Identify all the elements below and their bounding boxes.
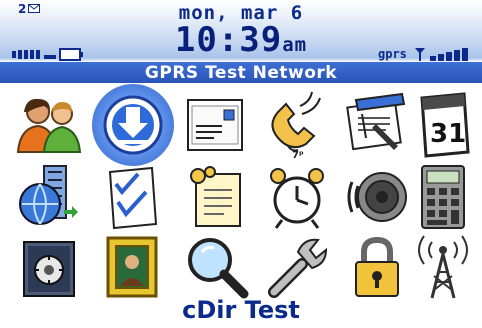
network-type-label: gprs [378,47,407,61]
network-tower-app[interactable] [408,232,478,302]
contacts-icon [16,98,82,153]
app-icon-grid: 7ᵖ 31 [0,84,482,299]
messages-icon [187,99,243,151]
download-icon [103,95,163,155]
pictures-app[interactable] [98,232,168,302]
calculator-app[interactable] [408,162,478,232]
browser-icon [19,165,78,225]
antenna-icon [415,48,425,61]
safe-app[interactable] [14,232,84,302]
tasks-app[interactable] [98,162,168,232]
network-bar: GPRS Test Network [0,62,482,83]
options-app[interactable] [262,232,332,302]
tower-icon [418,235,468,299]
ampm-value: am [282,34,308,56]
phone-app[interactable]: 7ᵖ [262,90,332,160]
memopad-app[interactable] [342,90,412,160]
sound-profiles-icon [347,172,407,222]
messages-app[interactable] [182,90,252,160]
contacts-app[interactable] [14,90,84,160]
phone-icon: 7ᵖ [271,91,321,160]
alarm-clock-icon [270,168,324,229]
lock-app[interactable] [342,232,412,302]
status-banner: 2 mon, mar 6 10:39am gprs GPRS Test Netw… [0,0,482,86]
calendar-app[interactable]: 31 [408,90,478,160]
calculator-icon [421,165,465,229]
home-screen: 2 mon, mar 6 10:39am gprs GPRS Test Netw… [0,0,482,328]
signal-strength-icon [430,48,468,61]
tasks-icon [108,166,158,230]
browser-app[interactable] [14,162,84,232]
calendar-icon: 31 [420,92,470,158]
calendar-day: 31 [430,119,466,149]
lock-icon [355,236,399,297]
memopad-icon [346,92,406,151]
alarm-app[interactable] [262,162,332,232]
notes-app[interactable] [182,162,252,232]
download-app[interactable] [92,84,174,166]
picture-frame-icon [106,236,158,298]
options-icon [268,238,328,298]
sound-profiles-app[interactable] [342,162,412,232]
svg-text:7ᵖ: 7ᵖ [292,150,304,160]
notes-icon [190,166,241,227]
search-icon [188,238,249,299]
network-name: GPRS Test Network [144,63,338,83]
time-value: 10:39 [174,20,283,60]
search-app[interactable] [182,232,252,302]
battery-icon [12,48,83,61]
safe-icon [23,241,75,297]
selected-app-title: cDir Test [182,296,300,324]
